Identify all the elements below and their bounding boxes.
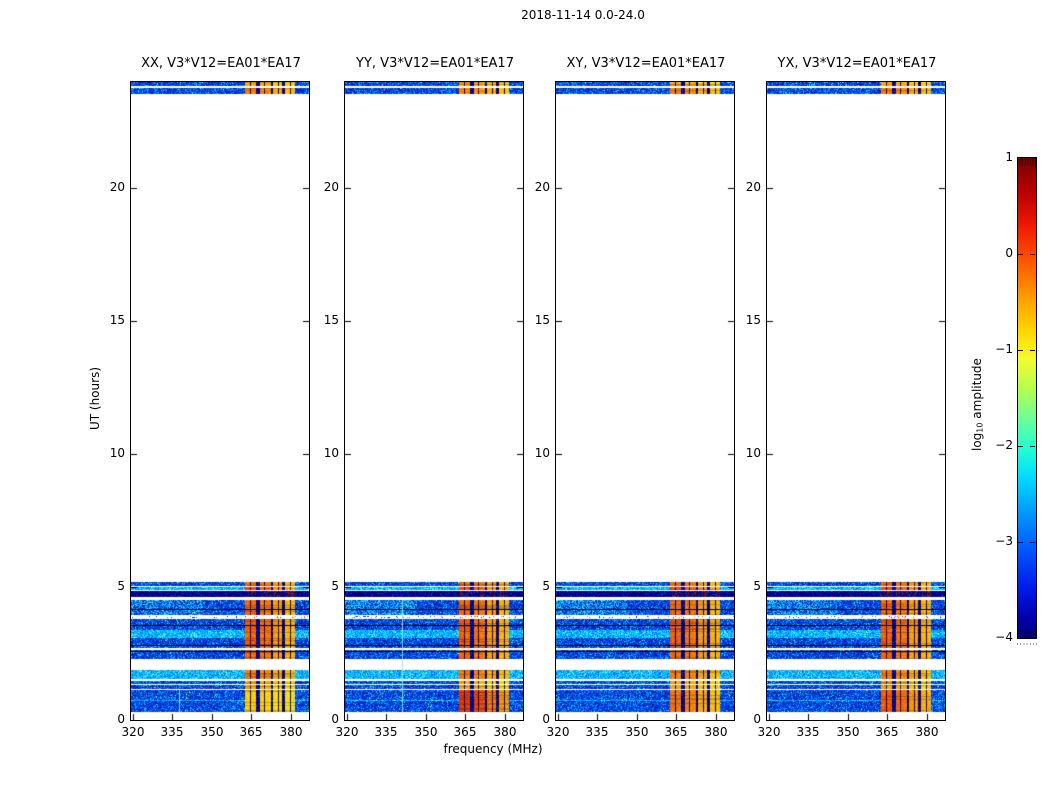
figure-title: 2018-11-14 0.0-24.0	[521, 8, 645, 22]
y-tick-label: 0	[331, 712, 339, 726]
colorbar-tick-mark	[1018, 542, 1023, 543]
y-tick-label: 5	[331, 579, 339, 593]
colorbar-tick-label: −3	[995, 534, 1013, 548]
x-tick-label: 380	[279, 725, 303, 739]
y-tick-label: 20	[534, 180, 550, 194]
x-tick-label: 380	[915, 725, 939, 739]
x-tick-label: 320	[121, 725, 145, 739]
figure: 2018-11-14 0.0-24.0 XX, V3*V12=EA01*EA17…	[0, 0, 1050, 800]
colorbar-label-sub: 10	[975, 422, 985, 434]
y-axis-label: UT (hours)	[88, 366, 102, 430]
x-tick-label: 335	[374, 725, 398, 739]
x-tick-label: 380	[704, 725, 728, 739]
spectrogram-canvas-xx	[131, 82, 309, 720]
x-tick-label: 365	[664, 725, 688, 739]
colorbar-tick-label: 0	[1005, 246, 1013, 260]
panel-xy	[555, 81, 735, 721]
x-tick-label: 335	[585, 725, 609, 739]
x-tick-label: 320	[546, 725, 570, 739]
x-tick-label: 380	[493, 725, 517, 739]
colorbar	[1017, 157, 1037, 639]
colorbar-tick-mark	[1018, 254, 1023, 255]
x-tick-label: 320	[335, 725, 359, 739]
x-tick-label: 350	[414, 725, 438, 739]
colorbar-label-rest: amplitude	[970, 358, 984, 423]
spectrogram-canvas-yy	[345, 82, 523, 720]
panel-yx	[766, 81, 946, 721]
panel-title-yx: YX, V3*V12=EA01*EA17	[777, 56, 937, 71]
colorbar-tick-mark	[1030, 542, 1035, 543]
y-tick-label: 20	[745, 180, 761, 194]
y-tick-label: 20	[323, 180, 339, 194]
colorbar-tick-label: −4	[995, 630, 1013, 644]
y-tick-label: 0	[542, 712, 550, 726]
x-tick-label: 350	[836, 725, 860, 739]
x-tick-label: 350	[200, 725, 224, 739]
panel-title-xx: XX, V3*V12=EA01*EA17	[141, 56, 301, 71]
colorbar-bottom-hatch	[1018, 630, 1036, 638]
y-tick-label: 5	[542, 579, 550, 593]
y-tick-label: 0	[753, 712, 761, 726]
x-axis-label: frequency (MHz)	[443, 742, 543, 756]
y-tick-label: 5	[753, 579, 761, 593]
colorbar-tick-mark	[1018, 446, 1023, 447]
colorbar-tick-mark	[1030, 350, 1035, 351]
spectrogram-canvas-yx	[767, 82, 945, 720]
colorbar-tick-mark	[1030, 446, 1035, 447]
x-tick-label: 335	[796, 725, 820, 739]
panel-yy	[344, 81, 524, 721]
x-tick-label: 365	[875, 725, 899, 739]
y-tick-label: 10	[745, 446, 761, 460]
panel-title-xy: XY, V3*V12=EA01*EA17	[566, 56, 726, 71]
spectrogram-canvas-xy	[556, 82, 734, 720]
y-tick-label: 15	[745, 313, 761, 327]
x-tick-label: 335	[160, 725, 184, 739]
y-tick-label: 15	[109, 313, 125, 327]
y-tick-label: 15	[534, 313, 550, 327]
y-tick-label: 0	[117, 712, 125, 726]
y-tick-label: 5	[117, 579, 125, 593]
colorbar-tick-mark	[1030, 254, 1035, 255]
panel-title-yy: YY, V3*V12=EA01*EA17	[356, 56, 514, 71]
colorbar-label: log10 amplitude	[970, 340, 986, 470]
x-tick-label: 350	[625, 725, 649, 739]
x-tick-label: 320	[757, 725, 781, 739]
colorbar-top-hatch	[1018, 158, 1036, 166]
x-tick-label: 365	[453, 725, 477, 739]
y-tick-label: 10	[534, 446, 550, 460]
y-tick-label: 10	[323, 446, 339, 460]
colorbar-label-log: log	[970, 433, 984, 452]
x-tick-label: 365	[239, 725, 263, 739]
y-tick-label: 20	[109, 180, 125, 194]
y-tick-label: 15	[323, 313, 339, 327]
colorbar-tick-mark	[1018, 350, 1023, 351]
panel-xx	[130, 81, 310, 721]
colorbar-underline-dots	[1017, 643, 1037, 645]
colorbar-tick-label: 1	[1005, 150, 1013, 164]
